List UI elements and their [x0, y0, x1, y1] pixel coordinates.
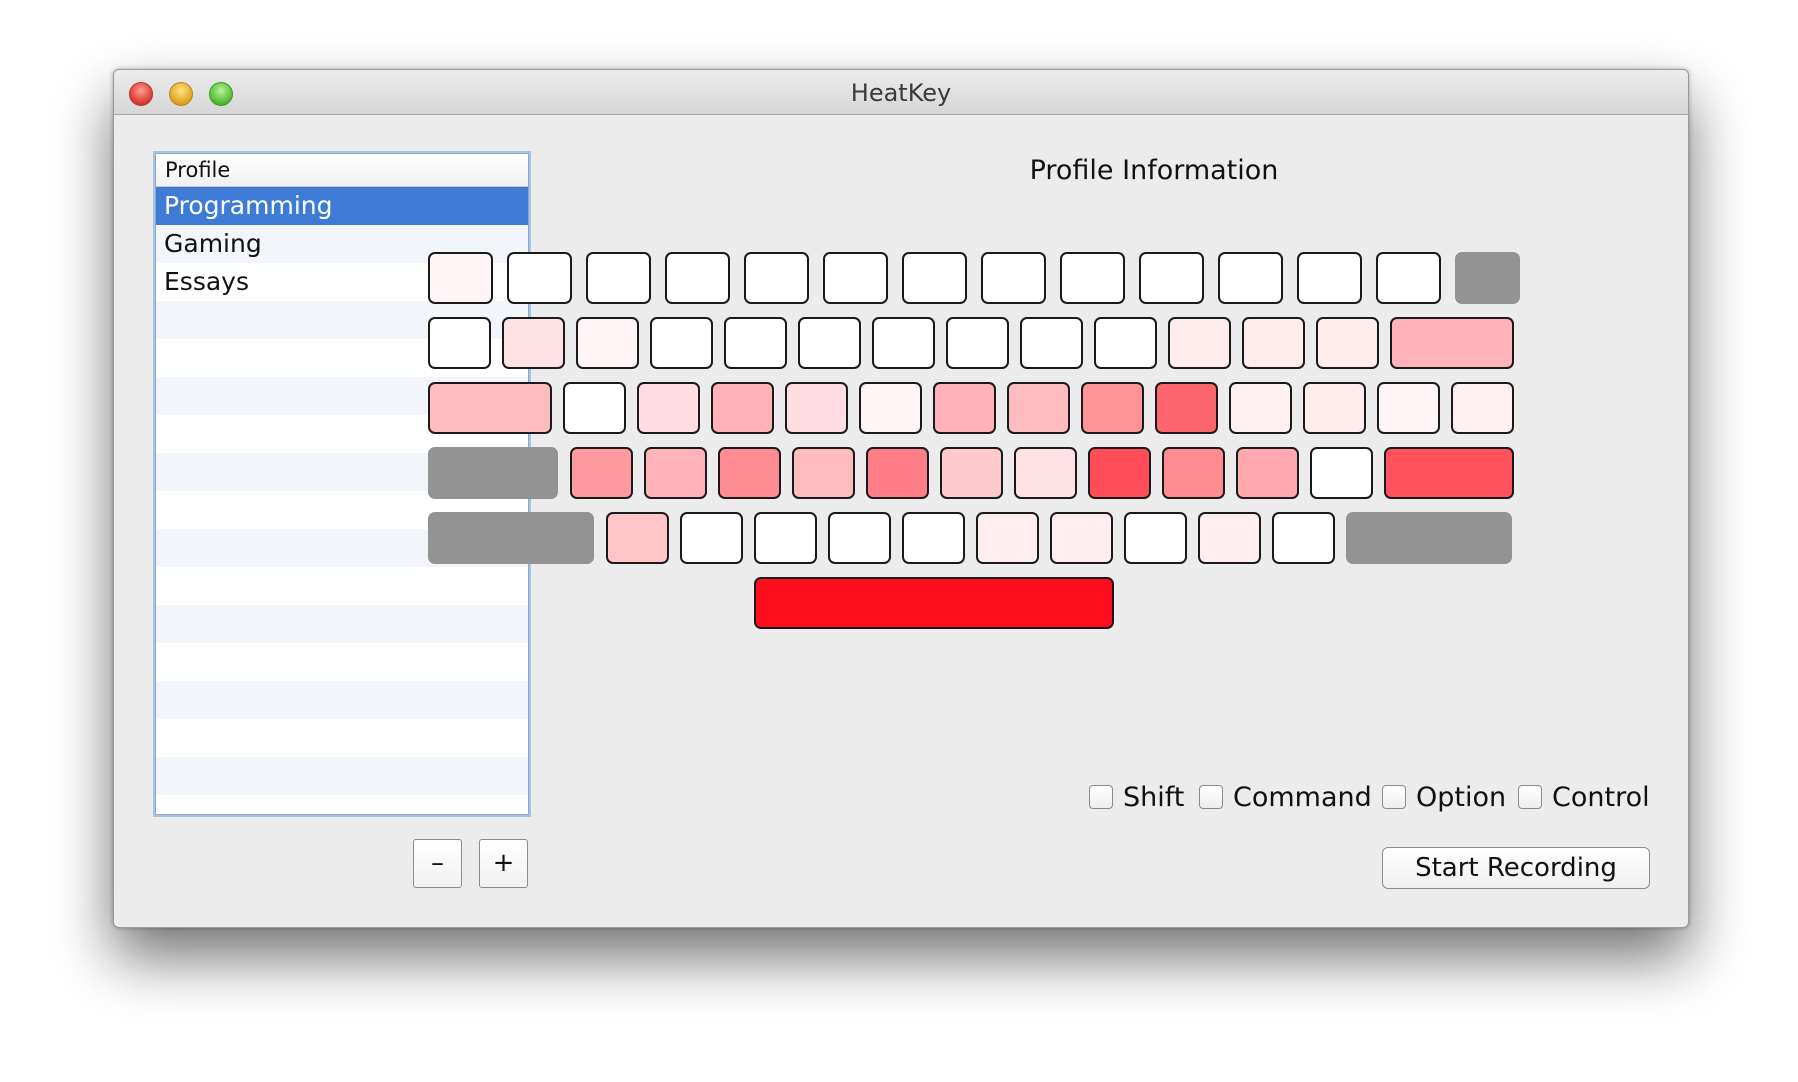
control-checkbox-box[interactable] — [1518, 785, 1542, 809]
empty-row — [156, 643, 528, 681]
empty-row — [156, 605, 528, 643]
key — [976, 512, 1039, 564]
key — [754, 512, 817, 564]
command-checkbox[interactable]: Command — [1199, 780, 1372, 814]
option-checkbox-box[interactable] — [1382, 785, 1406, 809]
profile-row[interactable]: Programming — [156, 187, 528, 225]
key — [650, 317, 713, 369]
command-checkbox-box[interactable] — [1199, 785, 1223, 809]
app-window: HeatKey Profile Programming Gaming Essays … — [113, 69, 1689, 928]
key — [1272, 512, 1335, 564]
empty-row — [156, 795, 528, 814]
empty-row — [156, 567, 528, 605]
key — [1384, 447, 1514, 499]
key — [680, 512, 743, 564]
key — [1242, 317, 1305, 369]
key — [1229, 382, 1292, 434]
key — [1124, 512, 1187, 564]
key — [428, 382, 552, 434]
key — [724, 317, 787, 369]
control-label: Control — [1552, 781, 1650, 813]
command-label: Command — [1233, 781, 1372, 813]
key — [1390, 317, 1514, 369]
profile-column-header[interactable]: Profile — [156, 154, 528, 187]
key — [1218, 252, 1283, 304]
key — [792, 447, 855, 499]
add-profile-button[interactable]: + — [479, 839, 528, 888]
key — [1081, 382, 1144, 434]
key — [1007, 382, 1070, 434]
key — [1346, 512, 1512, 564]
key — [1377, 382, 1440, 434]
key — [823, 252, 888, 304]
key — [872, 317, 935, 369]
space-key — [754, 577, 1114, 629]
key — [711, 382, 774, 434]
key — [586, 252, 651, 304]
key — [1014, 447, 1077, 499]
key — [1020, 317, 1083, 369]
empty-row — [156, 757, 528, 795]
key — [665, 252, 730, 304]
key — [428, 447, 558, 499]
shift-checkbox[interactable]: Shift — [1089, 780, 1184, 814]
key — [606, 512, 669, 564]
empty-row — [156, 681, 528, 719]
key — [1060, 252, 1125, 304]
start-recording-button[interactable]: Start Recording — [1382, 847, 1650, 889]
key — [859, 382, 922, 434]
profile-info-title: Profile Information — [1029, 155, 1279, 186]
shift-checkbox-box[interactable] — [1089, 785, 1113, 809]
shift-label: Shift — [1123, 781, 1185, 813]
control-checkbox[interactable]: Control — [1518, 780, 1650, 814]
key — [428, 512, 594, 564]
key — [1376, 252, 1441, 304]
option-label: Option — [1416, 781, 1507, 813]
key — [1455, 252, 1520, 304]
key — [902, 512, 965, 564]
key — [1198, 512, 1261, 564]
key — [933, 382, 996, 434]
key — [981, 252, 1046, 304]
key — [744, 252, 809, 304]
key — [428, 317, 491, 369]
key — [798, 317, 861, 369]
key — [946, 317, 1009, 369]
key — [563, 382, 626, 434]
key — [1310, 447, 1373, 499]
key — [1155, 382, 1218, 434]
key — [576, 317, 639, 369]
key — [1050, 512, 1113, 564]
key — [637, 382, 700, 434]
key — [502, 317, 565, 369]
key — [644, 447, 707, 499]
key — [1168, 317, 1231, 369]
key — [1303, 382, 1366, 434]
key — [570, 447, 633, 499]
key — [1236, 447, 1299, 499]
key — [1297, 252, 1362, 304]
key — [1139, 252, 1204, 304]
key — [1162, 447, 1225, 499]
key — [785, 382, 848, 434]
remove-profile-button[interactable]: – — [413, 839, 462, 888]
key — [428, 252, 493, 304]
key — [902, 252, 967, 304]
key — [866, 447, 929, 499]
key — [1088, 447, 1151, 499]
key — [828, 512, 891, 564]
key — [1451, 382, 1514, 434]
window-title: HeatKey — [850, 79, 952, 107]
key — [940, 447, 1003, 499]
option-checkbox[interactable]: Option — [1382, 780, 1506, 814]
empty-row — [156, 719, 528, 757]
key — [1316, 317, 1379, 369]
key — [507, 252, 572, 304]
title-bar: HeatKey — [114, 70, 1688, 115]
key — [1094, 317, 1157, 369]
key — [718, 447, 781, 499]
